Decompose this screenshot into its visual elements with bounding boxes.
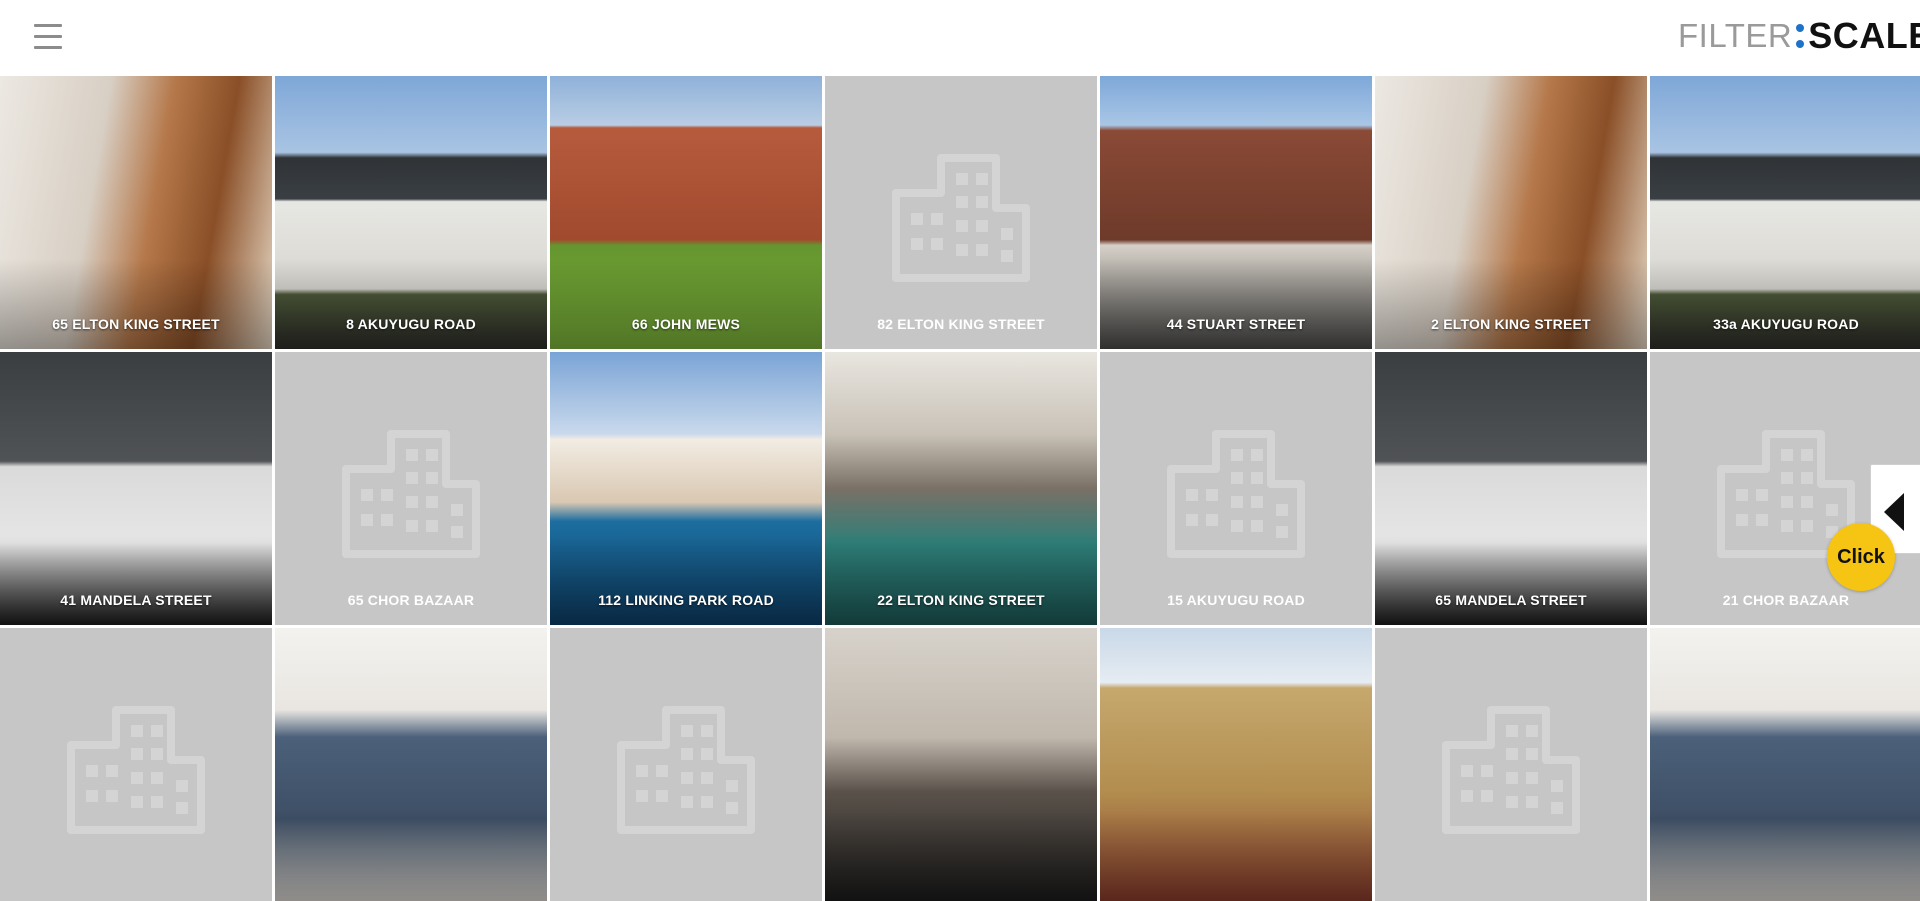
photo-shade (1100, 811, 1372, 901)
photo-shade (825, 811, 1097, 901)
photo-shade (825, 535, 1097, 625)
logo[interactable]: FILTER SCALE (1678, 14, 1920, 58)
building-placeholder-icon (67, 705, 205, 834)
property-tile[interactable] (1100, 628, 1372, 901)
property-tile[interactable]: 41 MANDELA STREET (0, 352, 272, 625)
photo-shade (1650, 811, 1920, 901)
property-tile[interactable] (275, 628, 547, 901)
photo-shade (550, 535, 822, 625)
building-placeholder-icon (892, 153, 1030, 282)
photo-shade (1650, 259, 1920, 349)
click-button[interactable]: Click (1827, 523, 1895, 591)
property-address: 112 LINKING PARK ROAD (598, 592, 774, 608)
photo-shade (550, 259, 822, 349)
property-tile[interactable]: 65 CHOR BAZAAR (275, 352, 547, 625)
property-tile[interactable]: 112 LINKING PARK ROAD (550, 352, 822, 625)
property-tile[interactable] (825, 628, 1097, 901)
building-placeholder-icon (1167, 429, 1305, 558)
property-tile[interactable]: 8 AKUYUGU ROAD (275, 76, 547, 349)
hamburger-menu-icon[interactable] (34, 24, 62, 50)
photo-shade (0, 535, 272, 625)
property-tile[interactable]: 65 MANDELA STREET (1375, 352, 1647, 625)
property-tile[interactable] (550, 628, 822, 901)
building-placeholder-icon (617, 705, 755, 834)
property-address: 65 CHOR BAZAAR (347, 592, 475, 608)
property-address: 8 AKUYUGU ROAD (346, 316, 476, 332)
property-address: 22 ELTON KING STREET (877, 592, 1045, 608)
property-tile[interactable]: 33a AKUYUGU ROAD (1650, 76, 1920, 349)
photo-shade (0, 259, 272, 349)
property-grid: 65 ELTON KING STREET 8 AKUYUGU ROAD 66 JOH… (0, 76, 1920, 901)
property-tile[interactable] (0, 628, 272, 901)
property-address: 44 STUART STREET (1166, 316, 1306, 332)
property-address: 41 MANDELA STREET (60, 592, 212, 608)
property-address: 21 CHOR BAZAAR (1722, 592, 1850, 608)
property-address: 2 ELTON KING STREET (1431, 316, 1591, 332)
photo-shade (1100, 259, 1372, 349)
logo-scale-text: SCALE (1808, 15, 1920, 56)
photo-shade (275, 811, 547, 901)
property-address: 33a AKUYUGU ROAD (1713, 316, 1859, 332)
property-tile[interactable] (1375, 628, 1647, 901)
property-tile[interactable]: 2 ELTON KING STREET (1375, 76, 1647, 349)
property-address: 66 JOHN MEWS (631, 316, 741, 332)
logo-dots-icon (1796, 24, 1805, 48)
property-tile[interactable]: 22 ELTON KING STREET (825, 352, 1097, 625)
property-address: 65 MANDELA STREET (1435, 592, 1587, 608)
triangle-left-icon (1884, 493, 1904, 531)
property-address: 82 ELTON KING STREET (877, 316, 1045, 332)
property-tile[interactable]: 44 STUART STREET (1100, 76, 1372, 349)
property-tile[interactable]: 15 AKUYUGU ROAD (1100, 352, 1372, 625)
property-tile[interactable]: 82 ELTON KING STREET (825, 76, 1097, 349)
building-placeholder-icon (342, 429, 480, 558)
logo-filter-text: FILTER (1678, 17, 1793, 54)
header: FILTER SCALE (0, 0, 1920, 76)
property-address: 15 AKUYUGU ROAD (1167, 592, 1305, 608)
property-address: 65 ELTON KING STREET (52, 316, 220, 332)
property-tile[interactable]: 66 JOHN MEWS (550, 76, 822, 349)
building-placeholder-icon (1442, 705, 1580, 834)
photo-shade (1375, 535, 1647, 625)
property-tile[interactable]: 65 ELTON KING STREET (0, 76, 272, 349)
property-tile[interactable] (1650, 628, 1920, 901)
photo-shade (1375, 259, 1647, 349)
photo-shade (275, 259, 547, 349)
